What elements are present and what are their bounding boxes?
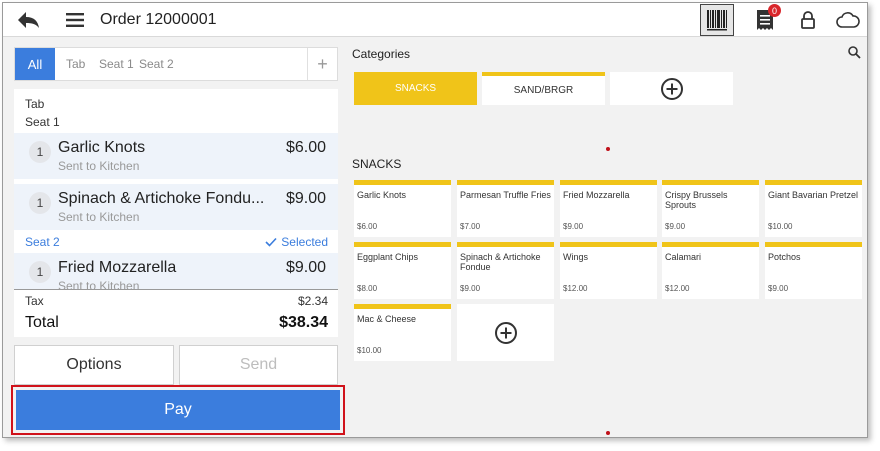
- app-window: Order 12000001 0 All Tab Seat 1 Seat 2 +…: [2, 2, 868, 438]
- menu-item-name: Crispy Brussels Sprouts: [665, 190, 728, 210]
- tax-label: Tax: [25, 294, 44, 308]
- item-quantity: 1: [29, 192, 51, 214]
- send-button[interactable]: Send: [179, 345, 338, 385]
- search-icon[interactable]: [848, 46, 861, 64]
- menu-item-name: Mac & Cheese: [357, 314, 417, 324]
- menu-icon[interactable]: [61, 3, 89, 37]
- add-menu-item-button[interactable]: [457, 304, 554, 361]
- lock-icon[interactable]: [795, 3, 821, 37]
- seat-1-label: Seat 1: [25, 115, 60, 129]
- menu-item-tile[interactable]: Spinach & Artichoke Fondue $9.00: [457, 242, 554, 299]
- order-totals: Tax $2.34 Total $38.34: [14, 289, 338, 337]
- ticket-item[interactable]: 1 Spinach & Artichoke Fondu... Sent to K…: [14, 184, 338, 230]
- category-sand-brgr[interactable]: SAND/BRGR: [482, 72, 605, 105]
- tab-tab[interactable]: Tab: [66, 57, 85, 71]
- menu-item-price: $9.00: [563, 222, 584, 231]
- item-status: Sent to Kitchen: [58, 279, 140, 289]
- tax-value: $2.34: [297, 294, 328, 308]
- selected-label: Selected: [281, 235, 328, 249]
- plus-circle-icon: [494, 321, 517, 344]
- menu-item-name: Parmesan Truffle Fries: [460, 190, 551, 200]
- menu-item-price: $9.00: [460, 284, 481, 293]
- selected-indicator: Selected: [265, 235, 328, 249]
- item-status: Sent to Kitchen: [58, 159, 140, 173]
- add-seat-button[interactable]: +: [307, 48, 337, 80]
- menu-item-price: $9.00: [768, 284, 789, 293]
- seat-tabs: All Tab Seat 1 Seat 2 +: [14, 47, 338, 81]
- notification-badge: 0: [768, 4, 781, 17]
- menu-item-price: $10.00: [768, 222, 793, 231]
- plus-circle-icon: [660, 77, 683, 100]
- pay-button[interactable]: Pay: [16, 390, 340, 430]
- item-quantity: 1: [29, 261, 51, 283]
- page-indicator-dot: [606, 147, 610, 151]
- menu-item-tile[interactable]: Calamari $12.00: [662, 242, 759, 299]
- menu-item-price: $9.00: [665, 222, 686, 231]
- checkmark-icon: [265, 237, 277, 247]
- tab-seat-1[interactable]: Seat 1: [99, 57, 134, 71]
- menu-item-name: Garlic Knots: [357, 190, 407, 200]
- item-price: $9.00: [285, 259, 326, 276]
- ticket-list: Tab Seat 1 1 Garlic Knots Sent to Kitche…: [14, 89, 338, 289]
- item-price: $9.00: [285, 190, 326, 207]
- menu-item-name: Wings: [563, 252, 589, 262]
- menu-item-price: $10.00: [357, 346, 382, 355]
- menu-item-tile[interactable]: Potchos $9.00: [765, 242, 862, 299]
- barcode-icon[interactable]: [700, 4, 734, 36]
- menu-item-name: Giant Bavarian Pretzel: [768, 190, 859, 200]
- add-category-button[interactable]: [610, 72, 733, 105]
- order-title: Order 12000001: [100, 11, 217, 28]
- ticket-item[interactable]: 1 Garlic Knots Sent to Kitchen $6.00: [14, 133, 338, 179]
- cloud-icon[interactable]: [833, 3, 863, 37]
- total-label: Total: [25, 314, 59, 331]
- menu-item-tile[interactable]: Crispy Brussels Sprouts $9.00: [662, 180, 759, 237]
- item-name: Garlic Knots: [58, 139, 146, 156]
- menu-item-price: $12.00: [563, 284, 588, 293]
- top-bar: Order 12000001 0: [3, 3, 867, 37]
- seat-2-label[interactable]: Seat 2: [25, 235, 60, 249]
- menu-item-tile[interactable]: Mac & Cheese $10.00: [354, 304, 451, 361]
- order-panel: All Tab Seat 1 Seat 2 + Tab Seat 1 1 Gar…: [3, 37, 345, 437]
- options-button[interactable]: Options: [14, 345, 174, 385]
- ticket-item[interactable]: 1 Fried Mozzarella Sent to Kitchen $9.00: [14, 253, 338, 289]
- menu-item-tile[interactable]: Garlic Knots $6.00: [354, 180, 451, 237]
- menu-item-name: Eggplant Chips: [357, 252, 419, 262]
- menu-item-name: Spinach & Artichoke Fondue: [460, 252, 541, 272]
- menu-item-price: $7.00: [460, 222, 481, 231]
- menu-panel: Categories SNACKS SAND/BRGR SNACKS Garli…: [345, 37, 867, 437]
- snacks-heading: SNACKS: [352, 157, 402, 171]
- tab-seat-2[interactable]: Seat 2: [139, 57, 174, 71]
- item-status: Sent to Kitchen: [58, 210, 140, 224]
- categories-heading: Categories: [352, 47, 411, 61]
- item-name: Spinach & Artichoke Fondu...: [58, 190, 265, 207]
- total-value: $38.34: [279, 314, 328, 331]
- menu-item-tile[interactable]: Parmesan Truffle Fries $7.00: [457, 180, 554, 237]
- tab-label: Tab: [25, 97, 45, 111]
- tab-all[interactable]: All: [15, 48, 55, 80]
- item-price: $6.00: [285, 139, 326, 156]
- pay-highlight: Pay: [11, 385, 345, 435]
- page-indicator-dot: [606, 431, 610, 435]
- menu-item-tile[interactable]: Wings $12.00: [560, 242, 657, 299]
- back-arrow-icon[interactable]: [13, 3, 43, 37]
- menu-item-tile[interactable]: Eggplant Chips $8.00: [354, 242, 451, 299]
- menu-item-name: Fried Mozzarella: [563, 190, 630, 200]
- item-name: Fried Mozzarella: [58, 259, 177, 276]
- menu-item-tile[interactable]: Fried Mozzarella $9.00: [560, 180, 657, 237]
- menu-item-price: $12.00: [665, 284, 690, 293]
- item-quantity: 1: [29, 141, 51, 163]
- ticket-icon[interactable]: 0: [751, 3, 781, 37]
- menu-item-name: Potchos: [768, 252, 801, 262]
- menu-item-price: $8.00: [357, 284, 378, 293]
- menu-item-tile[interactable]: Giant Bavarian Pretzel $10.00: [765, 180, 862, 237]
- menu-item-price: $6.00: [357, 222, 378, 231]
- menu-item-name: Calamari: [665, 252, 702, 262]
- category-snacks[interactable]: SNACKS: [354, 72, 477, 105]
